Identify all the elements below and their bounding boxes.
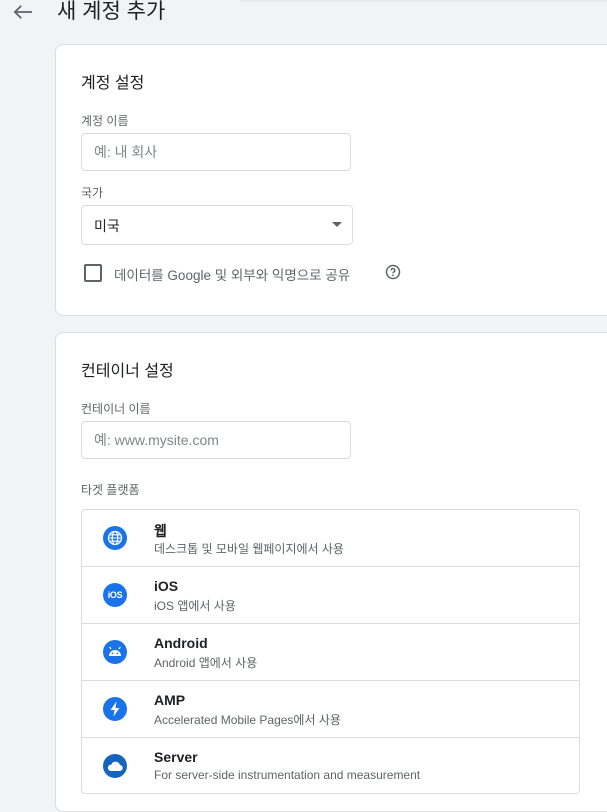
- account-name-input[interactable]: [82, 134, 350, 170]
- container-name-label: 컨테이너 이름: [81, 402, 151, 416]
- platform-amp[interactable]: AMP Accelerated Mobile Pages에서 사용: [82, 681, 579, 738]
- platform-name: iOS: [154, 578, 179, 594]
- target-platform-label: 타겟 플랫폼: [81, 483, 140, 497]
- platform-name: AMP: [154, 692, 186, 708]
- platform-name: 웹: [154, 523, 167, 539]
- help-icon[interactable]: [385, 264, 401, 280]
- platform-desc: Accelerated Mobile Pages에서 사용: [154, 713, 341, 727]
- country-select-value: 미국: [94, 218, 120, 234]
- container-name-input[interactable]: [82, 422, 350, 458]
- platform-name: Android: [154, 635, 208, 651]
- country-select[interactable]: 미국: [81, 205, 353, 245]
- arrow-back-icon: [13, 5, 32, 19]
- container-settings-card: 컨테이너 설정 컨테이너 이름 타겟 플랫폼 웹 데스크톱 및 모바일 웹페이지…: [55, 332, 607, 812]
- account-name-label: 계정 이름: [81, 114, 129, 128]
- account-settings-card: 계정 설정 계정 이름 국가 미국 데이터를 Google 및 외부와 익명으로…: [55, 44, 607, 316]
- platform-desc: For server-side instrumentation and meas…: [154, 768, 421, 782]
- cloud-icon: [103, 754, 127, 778]
- ios-icon: iOS: [103, 583, 127, 607]
- amp-bolt-icon: [103, 697, 127, 721]
- platform-desc: Android 앱에서 사용: [154, 656, 258, 670]
- platform-android[interactable]: Android Android 앱에서 사용: [82, 624, 579, 681]
- dropdown-arrow-icon: [332, 222, 342, 227]
- top-divider: [240, 0, 607, 2]
- account-section-title: 계정 설정: [81, 75, 145, 92]
- share-data-label: 데이터를 Google 및 외부와 익명으로 공유: [114, 268, 351, 283]
- page-title: 새 계정 추가: [57, 0, 166, 23]
- ios-icon-label: iOS: [107, 590, 123, 600]
- container-section-title: 컨테이너 설정: [81, 363, 174, 380]
- container-name-field: [81, 421, 351, 459]
- platform-name: Server: [154, 749, 198, 765]
- country-label: 국가: [81, 186, 104, 200]
- platform-list: 웹 데스크톱 및 모바일 웹페이지에서 사용 iOS iOS iOS 앱에서 사…: [81, 509, 580, 794]
- platform-server[interactable]: Server For server-side instrumentation a…: [82, 738, 579, 793]
- globe-icon: [103, 526, 127, 550]
- back-button[interactable]: [12, 3, 36, 23]
- share-data-checkbox[interactable]: [84, 264, 102, 282]
- platform-web[interactable]: 웹 데스크톱 및 모바일 웹페이지에서 사용: [82, 510, 579, 567]
- android-icon: [103, 640, 127, 664]
- platform-desc: iOS 앱에서 사용: [154, 599, 236, 613]
- platform-desc: 데스크톱 및 모바일 웹페이지에서 사용: [154, 542, 344, 556]
- platform-ios[interactable]: iOS iOS iOS 앱에서 사용: [82, 567, 579, 624]
- account-name-field: [81, 133, 351, 171]
